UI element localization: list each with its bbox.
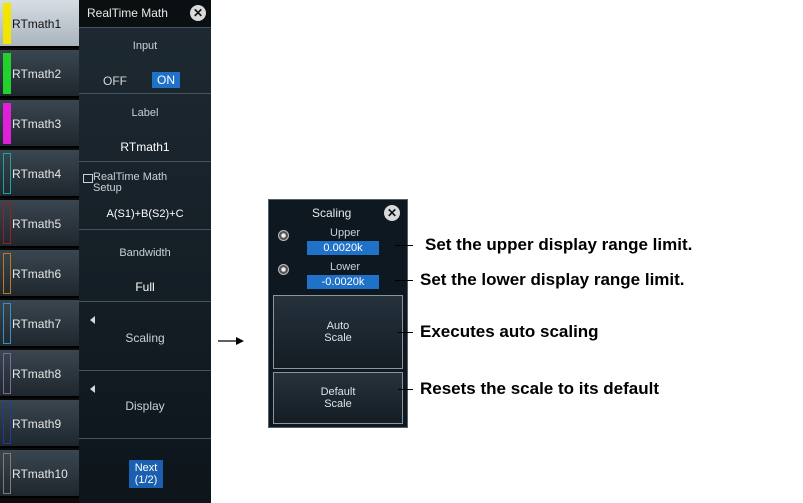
channel-tab-strip: RTmath1 RTmath2 RTmath3 RTmath4 RTmath5 RTmat… — [0, 0, 79, 503]
auto-scale-label: Auto Scale — [324, 320, 352, 344]
channel-tab[interactable]: RTmath8 — [0, 350, 79, 398]
upper-radio-icon[interactable] — [278, 230, 289, 241]
display-menu-button[interactable]: Display — [79, 370, 211, 438]
lower-limit-field[interactable]: -0.0020k — [307, 275, 379, 289]
callout-line-default — [398, 389, 413, 390]
channel-color-swatch — [3, 253, 11, 294]
channel-tab[interactable]: RTmath7 — [0, 300, 79, 348]
channel-tab-label: RTmath3 — [12, 117, 62, 131]
next-page-button[interactable]: Next (1/2) — [129, 460, 163, 488]
channel-tab[interactable]: RTmath3 — [0, 100, 79, 148]
setup-window-icon — [83, 174, 93, 183]
callout-lower: Set the lower display range limit. — [420, 270, 685, 289]
channel-tab-label: RTmath1 — [12, 17, 62, 31]
input-section[interactable]: Input OFF ON — [79, 27, 211, 93]
callout-auto: Executes auto scaling — [420, 322, 599, 341]
close-icon[interactable]: ✕ — [190, 5, 206, 21]
channel-color-swatch — [3, 403, 11, 444]
submenu-arrow-icon — [90, 385, 95, 393]
channel-tab[interactable]: RTmath9 — [0, 400, 79, 448]
menu-title: RealTime Math — [87, 6, 168, 20]
channel-color-swatch — [3, 453, 11, 494]
channel-tab-label: RTmath4 — [12, 167, 62, 181]
scaling-panel: Scaling ✕ Upper 0.0020k Lower -0.0020k A… — [268, 199, 408, 428]
setup-caption: RealTime Math Setup — [93, 171, 168, 194]
setup-value: A(S1)+B(S2)+C — [106, 208, 184, 220]
channel-tab-label: RTmath7 — [12, 317, 62, 331]
callout-default: Resets the scale to its default — [420, 379, 660, 398]
channel-color-swatch — [3, 353, 11, 394]
scaling-panel-title: Scaling — [312, 206, 352, 220]
realtime-math-menu: RealTime Math ✕ Input OFF ON Label RTmat… — [79, 0, 211, 503]
channel-color-swatch — [3, 103, 11, 144]
channel-tab-label: RTmath8 — [12, 367, 62, 381]
arrow-right-icon — [218, 337, 244, 345]
channel-tab[interactable]: RTmath10 — [0, 450, 79, 498]
display-menu-label: Display — [125, 399, 165, 413]
label-section[interactable]: Label RTmath1 — [79, 93, 211, 161]
input-off-option[interactable]: OFF — [103, 74, 127, 88]
bandwidth-value: Full — [135, 280, 155, 294]
channel-tab[interactable]: RTmath2 — [0, 50, 79, 98]
callout-line-auto — [398, 332, 413, 333]
label-caption: Label — [131, 107, 159, 119]
callout-line-lower — [395, 280, 413, 281]
auto-scale-button[interactable]: Auto Scale — [273, 295, 403, 369]
label-value: RTmath1 — [120, 140, 170, 154]
channel-tab[interactable]: RTmath1 — [0, 0, 79, 48]
input-on-option[interactable]: ON — [152, 72, 180, 88]
channel-color-swatch — [3, 3, 11, 44]
default-scale-label: Default Scale — [320, 386, 356, 410]
channel-tab-label: RTmath10 — [12, 467, 68, 481]
close-icon[interactable]: ✕ — [384, 205, 400, 221]
bandwidth-section[interactable]: Bandwidth Full — [79, 229, 211, 301]
upper-limit-field[interactable]: 0.0020k — [307, 241, 379, 255]
channel-color-swatch — [3, 303, 11, 344]
lower-radio-icon[interactable] — [278, 264, 289, 275]
lower-caption: Lower — [330, 261, 360, 273]
scaling-menu-label: Scaling — [125, 331, 165, 345]
submenu-arrow-icon — [90, 316, 95, 324]
bandwidth-caption: Bandwidth — [119, 247, 171, 259]
upper-caption: Upper — [330, 227, 360, 239]
channel-tab-label: RTmath9 — [12, 417, 62, 431]
channel-tab-label: RTmath6 — [12, 267, 62, 281]
next-page-indicator: (1/2) — [134, 474, 158, 486]
channel-color-swatch — [3, 153, 11, 194]
channel-color-swatch — [3, 203, 11, 244]
channel-tab[interactable]: RTmath5 — [0, 200, 79, 248]
scaling-panel-title-bar: Scaling ✕ — [269, 200, 407, 226]
scaling-menu-button[interactable]: Scaling — [79, 301, 211, 370]
default-scale-button[interactable]: Default Scale — [273, 372, 403, 424]
channel-tab-label: RTmath2 — [12, 67, 62, 81]
channel-tab-label: RTmath5 — [12, 217, 62, 231]
next-label: Next — [134, 462, 158, 474]
channel-color-swatch — [3, 53, 11, 94]
channel-tab[interactable]: RTmath4 — [0, 150, 79, 198]
callout-upper: Set the upper display range limit. — [425, 235, 693, 254]
channel-tab[interactable]: RTmath6 — [0, 250, 79, 298]
setup-section[interactable]: RealTime Math Setup A(S1)+B(S2)+C — [79, 161, 211, 229]
callout-line-upper — [395, 245, 413, 246]
menu-title-bar: RealTime Math ✕ — [79, 0, 211, 27]
input-caption: Input — [132, 40, 158, 52]
